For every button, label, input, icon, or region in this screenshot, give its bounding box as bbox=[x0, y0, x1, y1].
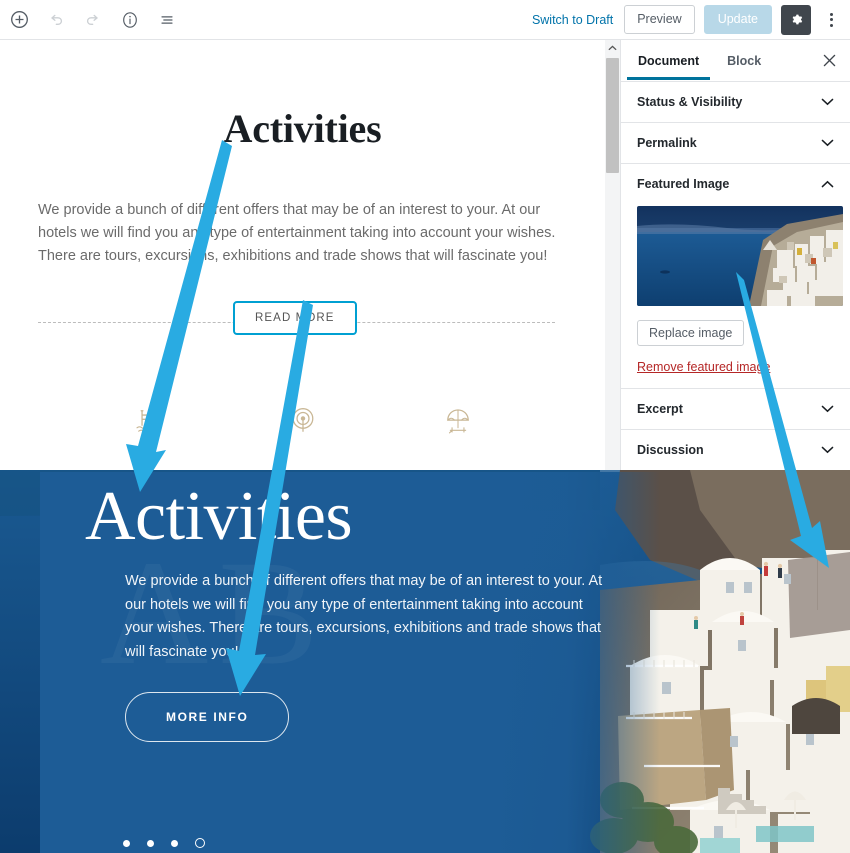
panel-featured-image: Featured Image Replace image Remove feat… bbox=[621, 164, 850, 389]
frontend-title: Activities bbox=[85, 478, 353, 555]
panel-title: Excerpt bbox=[637, 402, 683, 416]
replace-image-button[interactable]: Replace image bbox=[637, 320, 745, 346]
carousel-dot-active[interactable] bbox=[195, 838, 205, 848]
panel-discussion: Discussion bbox=[621, 430, 850, 471]
chevron-down-icon bbox=[821, 98, 834, 106]
chevron-down-icon bbox=[821, 446, 834, 454]
wifi-signal-icon bbox=[286, 404, 320, 443]
toolbar-right-group: Switch to Draft Preview Update bbox=[530, 4, 850, 35]
add-block-icon[interactable] bbox=[2, 3, 36, 37]
carousel-dot[interactable] bbox=[123, 839, 130, 847]
block-navigation-icon[interactable] bbox=[150, 3, 184, 37]
frontend-more-info-button[interactable]: MORE INFO bbox=[125, 692, 290, 742]
editor-amenity-icons-row bbox=[70, 400, 535, 446]
panel-permalink: Permalink bbox=[621, 123, 850, 164]
panel-title: Status & Visibility bbox=[637, 95, 743, 109]
settings-gear-icon[interactable] bbox=[781, 4, 811, 35]
panel-title: Permalink bbox=[637, 136, 697, 150]
chevron-down-icon bbox=[821, 405, 834, 413]
gutenberg-editor-screen: Switch to Draft Preview Update Activitie… bbox=[0, 0, 850, 853]
carousel-dot[interactable] bbox=[147, 839, 154, 847]
close-icon[interactable] bbox=[813, 45, 845, 77]
update-button[interactable]: Update bbox=[703, 4, 772, 35]
editor-more-block: READ MORE bbox=[0, 301, 605, 343]
editor-toolbar: Switch to Draft Preview Update bbox=[0, 0, 850, 40]
panel-title: Discussion bbox=[637, 443, 704, 457]
beach-umbrella-icon bbox=[441, 404, 475, 443]
featured-image-body: Replace image Remove featured image bbox=[637, 204, 843, 388]
scrollbar-thumb[interactable] bbox=[606, 58, 619, 173]
frontend-hero-content: Activities We provide a bunch of differe… bbox=[40, 472, 660, 853]
chevron-down-icon bbox=[821, 139, 834, 147]
panel-title: Featured Image bbox=[637, 177, 730, 191]
sidebar-tab-bar: Document Block bbox=[621, 40, 850, 82]
panel-discussion-header[interactable]: Discussion bbox=[637, 430, 834, 470]
frontend-preview: AB Activities We provide a bunch of diff… bbox=[0, 470, 850, 853]
editor-canvas: Activities We provide a bunch of differe… bbox=[0, 40, 605, 472]
panel-excerpt-header[interactable]: Excerpt bbox=[637, 389, 834, 429]
content-info-icon[interactable] bbox=[113, 3, 147, 37]
switch-to-draft-link[interactable]: Switch to Draft bbox=[530, 9, 615, 31]
undo-icon[interactable] bbox=[39, 3, 73, 37]
redo-icon[interactable] bbox=[76, 3, 110, 37]
frontend-paragraph: We provide a bunch of different offers t… bbox=[125, 573, 603, 660]
panel-excerpt: Excerpt bbox=[621, 389, 850, 430]
toolbar-left-group bbox=[0, 3, 184, 37]
carousel-dot[interactable] bbox=[171, 839, 178, 847]
editor-page-title[interactable]: Activities bbox=[0, 105, 605, 152]
preview-button[interactable]: Preview bbox=[624, 4, 695, 35]
tab-block[interactable]: Block bbox=[713, 42, 775, 79]
scroll-up-icon[interactable] bbox=[605, 40, 620, 55]
panel-status-visibility-header[interactable]: Status & Visibility bbox=[637, 82, 834, 122]
pool-ladder-icon bbox=[131, 404, 165, 443]
featured-image-thumbnail[interactable] bbox=[637, 206, 843, 306]
panel-status-visibility: Status & Visibility bbox=[621, 82, 850, 123]
document-settings-sidebar: Document Block Status & Visibility Perma… bbox=[620, 40, 850, 472]
editor-read-more-block[interactable]: READ MORE bbox=[233, 301, 357, 335]
tab-document[interactable]: Document bbox=[624, 42, 713, 80]
remove-featured-image-link[interactable]: Remove featured image bbox=[637, 360, 834, 374]
editor-scrollbar[interactable] bbox=[605, 40, 620, 472]
panel-permalink-header[interactable]: Permalink bbox=[637, 123, 834, 163]
chevron-up-icon bbox=[821, 180, 834, 188]
panel-featured-image-header[interactable]: Featured Image bbox=[637, 164, 834, 204]
carousel-dots bbox=[123, 838, 205, 848]
editor-paragraph-block[interactable]: We provide a bunch of different offers t… bbox=[38, 199, 567, 268]
frontend-blue-overlay: AB Activities We provide a bunch of diff… bbox=[40, 472, 660, 853]
more-options-icon[interactable] bbox=[820, 5, 842, 35]
